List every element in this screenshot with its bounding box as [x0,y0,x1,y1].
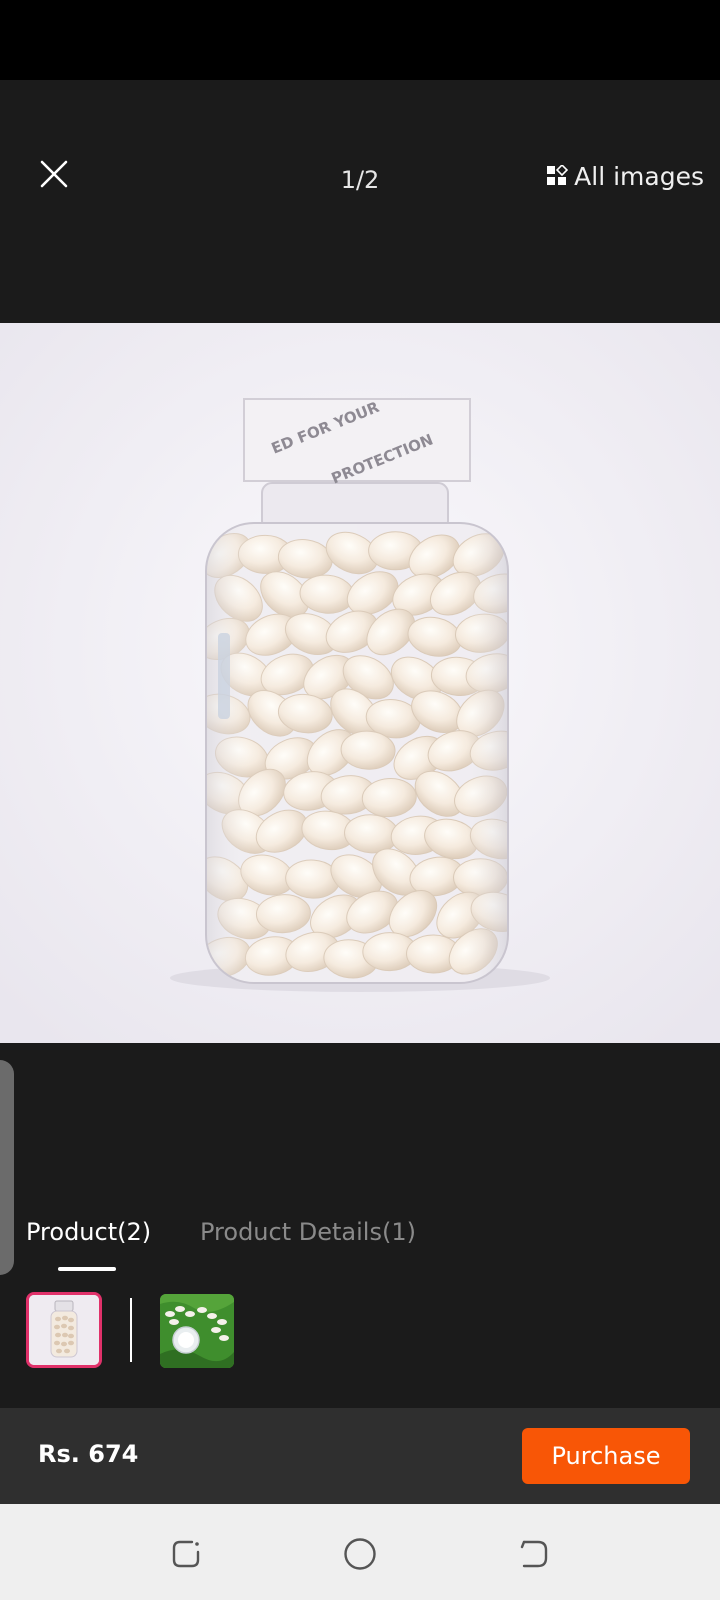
home-button[interactable] [340,1534,380,1574]
thumbnail-pills-on-grass-image [160,1294,234,1368]
active-tab-indicator [58,1267,116,1271]
product-image[interactable]: ED FOR YOUR PROTECTION [0,323,720,1043]
all-images-label: All images [574,161,704,191]
product-price: Rs. 674 [38,1440,139,1468]
thumbnail-2[interactable] [160,1294,234,1368]
thumbnail-bottle-image [29,1295,99,1365]
thumbnail-divider [130,1298,132,1362]
back-icon [520,1540,548,1568]
home-icon [344,1538,376,1570]
supplement-bottle-image: ED FOR YOUR PROTECTION [0,323,720,1043]
status-bar [0,0,720,80]
system-navigation-bar [0,1504,720,1600]
tab-product[interactable]: Product(2) [26,1218,151,1246]
grid-icon [547,165,569,185]
image-tabs: Product(2) Product Details(1) [0,1210,720,1271]
back-button[interactable] [514,1534,554,1574]
recent-apps-icon [172,1540,200,1568]
purchase-button[interactable]: Purchase [522,1428,690,1484]
all-images-button[interactable]: All images [546,158,704,194]
viewer-header [0,80,720,323]
thumbnail-strip [0,1292,720,1370]
recent-apps-button[interactable] [166,1534,206,1574]
thumbnail-1[interactable] [26,1292,102,1368]
purchase-bar: Rs. 674 Purchase [0,1408,720,1504]
tab-product-details[interactable]: Product Details(1) [200,1218,416,1246]
